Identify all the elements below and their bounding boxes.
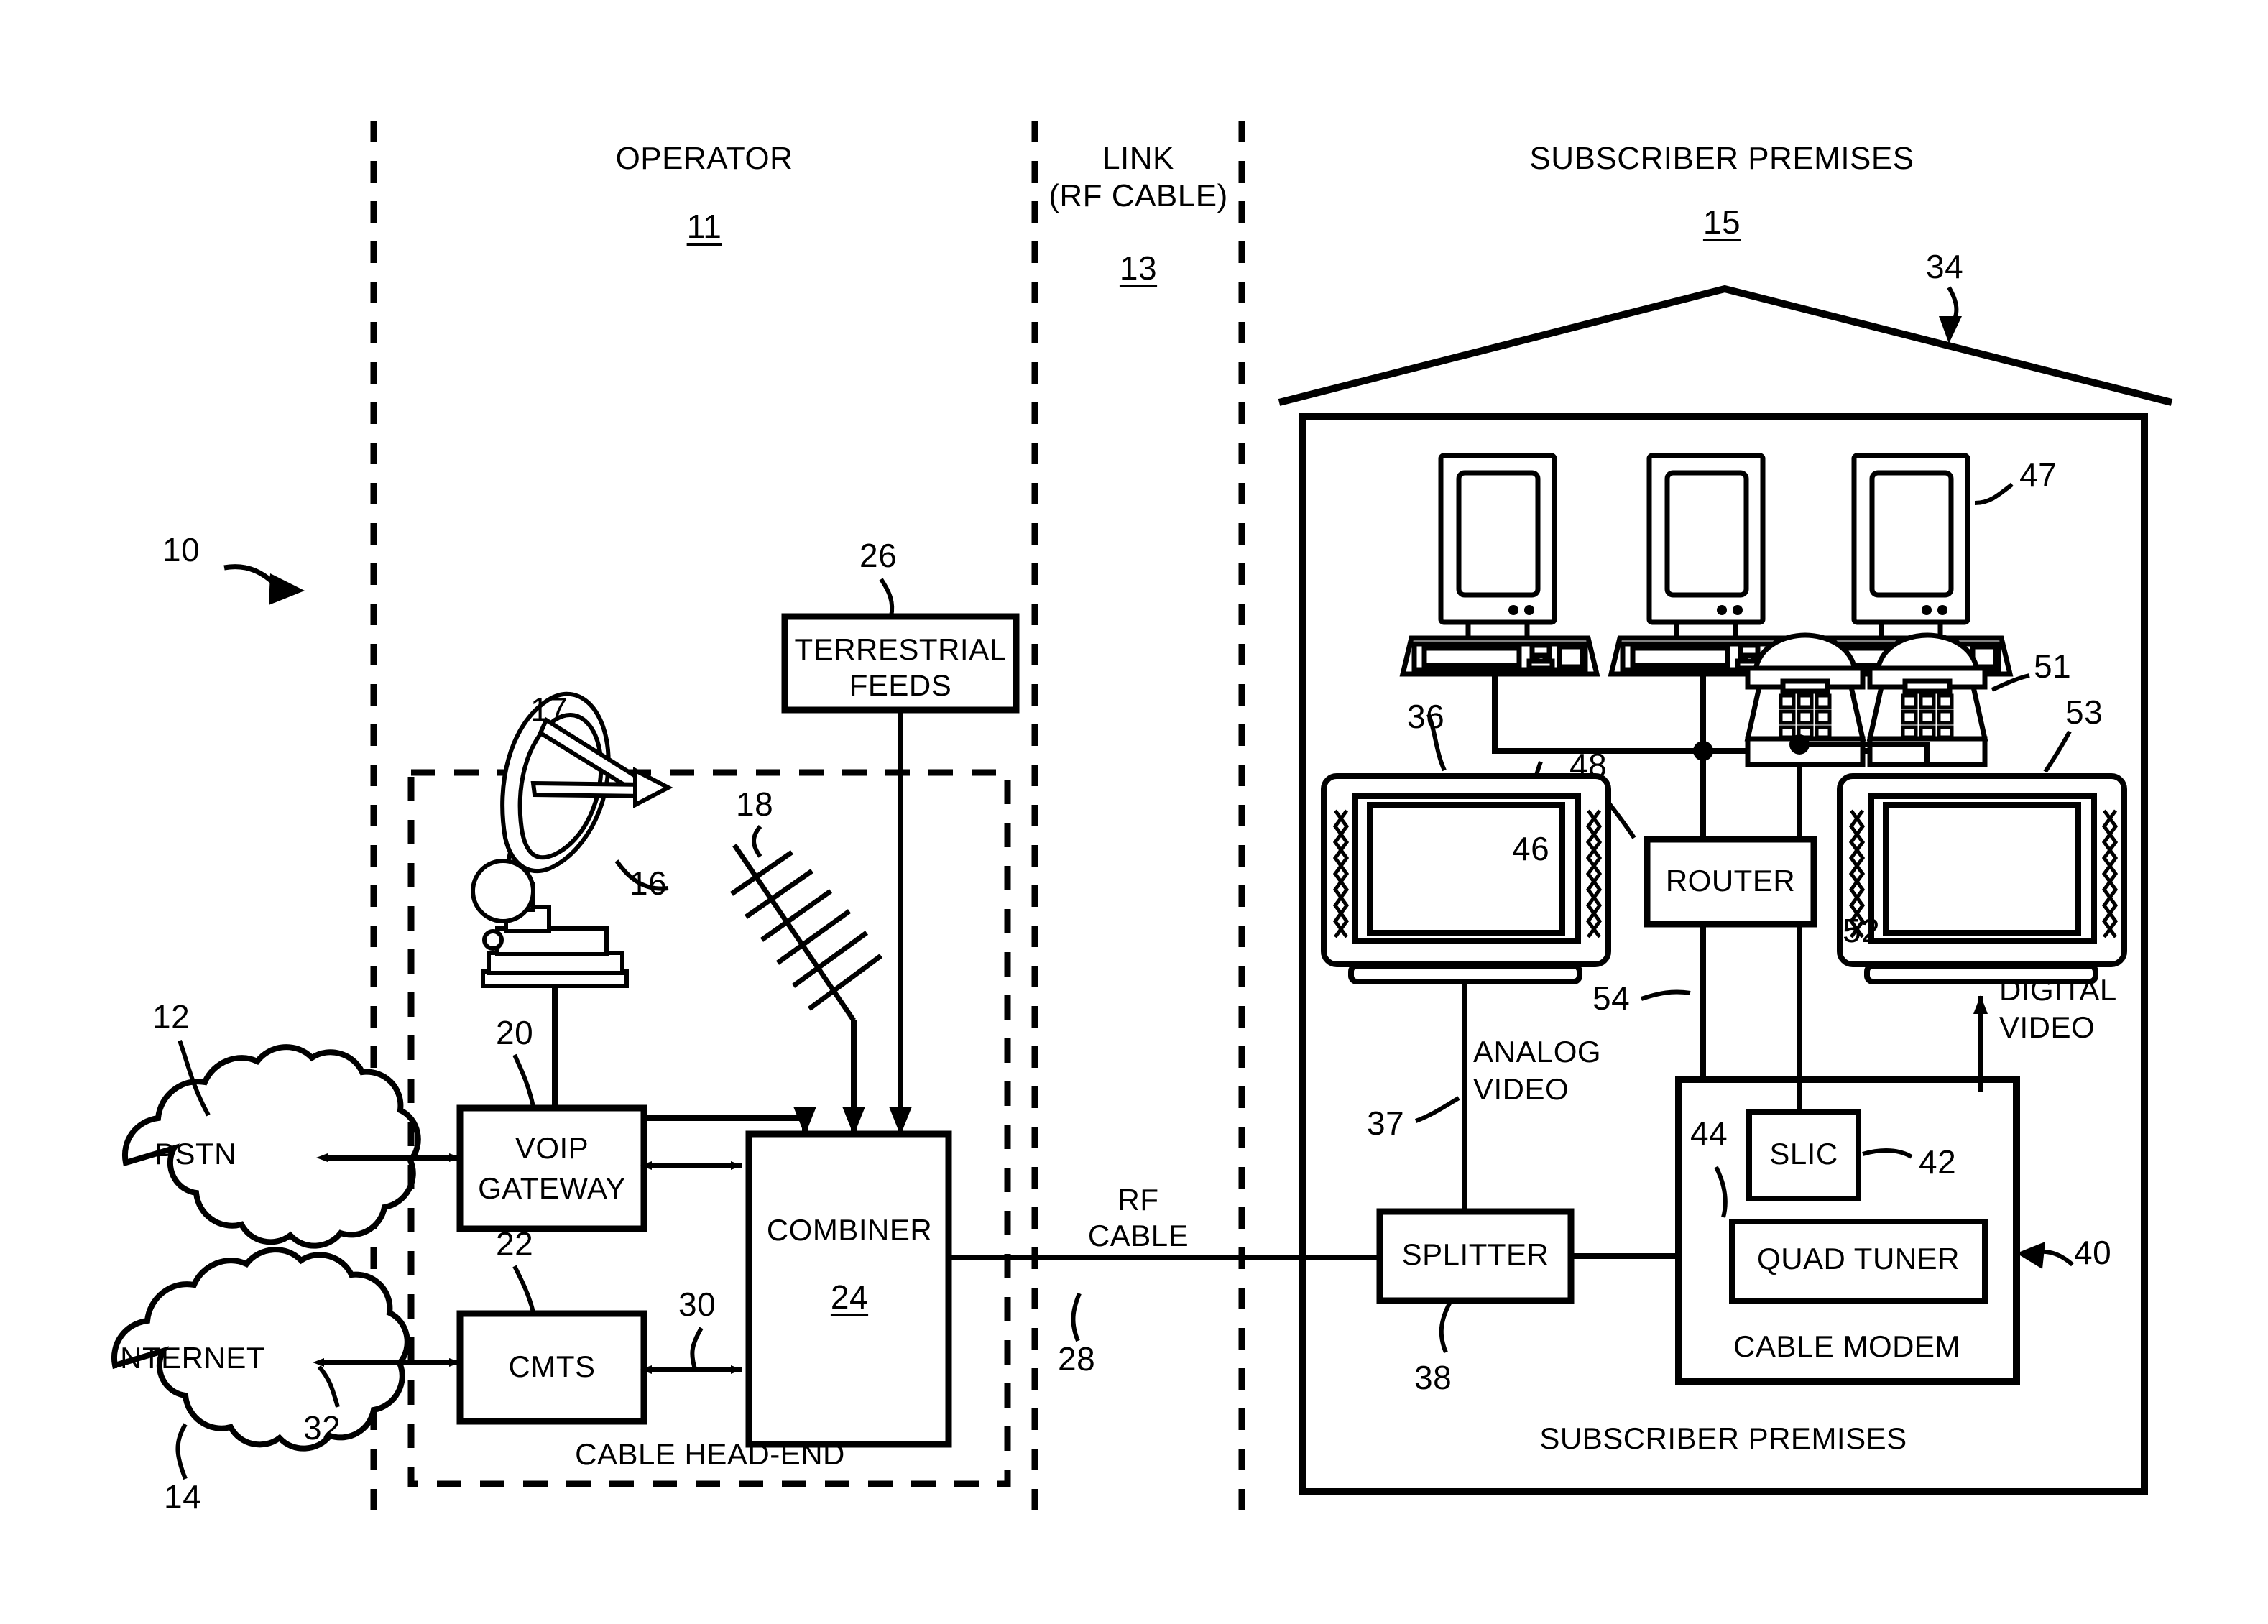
computer-bus-ref: 46 — [1512, 830, 1550, 867]
phone-junction-dot — [1789, 734, 1810, 755]
cmts-combiner-link-ref: 30 — [678, 1286, 716, 1323]
head-end-ref: 17 — [530, 691, 568, 728]
computer-icon-1 — [1399, 453, 1600, 677]
column-title-link: LINK — [1102, 141, 1174, 176]
subscriber-premises-caption: SUBSCRIBER PREMISES — [1539, 1421, 1907, 1455]
splitter-label: SPLITTER — [1401, 1237, 1549, 1271]
terrestrial-feeds-label-l2: FEEDS — [849, 668, 952, 702]
antenna-ref: 18 — [736, 785, 774, 823]
internet-label: INTERNET — [111, 1341, 265, 1375]
digital-video-label-l1: DIGITAL — [1999, 973, 2117, 1007]
leader-20 — [512, 1053, 535, 1107]
pstn-label: PSTN — [154, 1137, 237, 1171]
diagram-linework — [111, 121, 2173, 1523]
leader-40-arrowhead — [2016, 1242, 2045, 1269]
leader-10-arrowhead — [269, 573, 305, 605]
combiner-label: COMBINER — [766, 1213, 933, 1247]
slic-label: SLIC — [1769, 1137, 1838, 1171]
leader-38 — [1439, 1301, 1452, 1354]
yagi-antenna-icon — [730, 844, 883, 1022]
cmts-ref: 22 — [496, 1225, 534, 1263]
analog-video-label-l1: ANALOG — [1473, 1035, 1602, 1069]
combiner-ref: 24 — [830, 1278, 869, 1316]
voip-gateway-label-l1: VOIP — [515, 1131, 589, 1165]
phones-ref: 51 — [2034, 647, 2072, 685]
router-label: ROUTER — [1665, 864, 1796, 898]
rf-cable-ref: 28 — [1058, 1340, 1096, 1378]
pstn-ref: 12 — [152, 998, 190, 1035]
cable-modem-ref: 40 — [2074, 1234, 2112, 1271]
column-ref-operator: 11 — [686, 208, 722, 245]
phone-bus-ref: 52 — [1843, 912, 1881, 949]
column-ref-link: 13 — [1119, 249, 1158, 287]
leader-51 — [1991, 673, 2030, 692]
analog-video-label-l2: VIDEO — [1473, 1072, 1569, 1106]
bus-junction-dot — [1693, 741, 1713, 761]
cable-head-end-caption: CABLE HEAD-END — [575, 1437, 845, 1471]
internet-ref: 14 — [164, 1478, 202, 1515]
voip-gateway-box — [456, 1104, 647, 1232]
terrestrial-feeds-ref: 26 — [859, 537, 898, 574]
roof-ref: 34 — [1926, 248, 1964, 285]
leader-34-arrowhead — [1939, 316, 1962, 343]
terrestrial-feeds-label-l1: TERRESTRIAL — [794, 632, 1007, 666]
splitter-ref: 38 — [1414, 1359, 1452, 1396]
column-ref-subscriber: 15 — [1702, 203, 1741, 241]
tv-digital-ref: 53 — [2065, 693, 2103, 731]
column-title-link-sub: (RF CABLE) — [1048, 178, 1228, 213]
internet-link-ref: 32 — [303, 1409, 341, 1447]
computers-ref: 47 — [2019, 456, 2057, 494]
leader-22 — [512, 1265, 535, 1313]
analog-video-ref: 37 — [1367, 1104, 1405, 1142]
satellite-dish-icon — [471, 691, 673, 988]
leader-47 — [1974, 482, 2014, 505]
tv-analog-ref: 36 — [1407, 698, 1445, 735]
leader-14 — [175, 1423, 188, 1480]
column-title-subscriber: SUBSCRIBER PREMISES — [1529, 141, 1914, 176]
patent-figure-canvas: OPERATOR 11 LINK (RF CABLE) 13 SUBSCRIBE… — [0, 0, 2268, 1624]
leader-54 — [1641, 989, 1691, 1001]
leader-53 — [2043, 730, 2072, 773]
leader-28 — [1071, 1292, 1082, 1342]
system-ref-number: 10 — [162, 531, 200, 568]
rf-cable-label-l1: RF — [1117, 1183, 1159, 1217]
leader-30 — [690, 1327, 704, 1372]
leader-37 — [1414, 1096, 1460, 1123]
column-title-operator: OPERATOR — [615, 141, 793, 176]
tv-digital-icon — [1837, 773, 2127, 984]
satellite-dish-ref: 16 — [630, 864, 668, 902]
digital-video-label-l2: VIDEO — [1999, 1010, 2096, 1044]
voip-gateway-label-l2: GATEWAY — [478, 1171, 626, 1205]
leader-18 — [752, 825, 762, 858]
rf-cable-label-l2: CABLE — [1087, 1219, 1189, 1252]
voip-gateway-ref: 20 — [496, 1014, 534, 1051]
cmts-label: CMTS — [508, 1350, 596, 1383]
cable-modem-label: CABLE MODEM — [1733, 1329, 1960, 1363]
router-ref: 48 — [1569, 747, 1608, 784]
tv-analog-icon — [1321, 773, 1611, 984]
leader-26 — [879, 578, 895, 617]
quad-tuner-label: QUAD TUNER — [1757, 1242, 1960, 1275]
slic-ref: 42 — [1919, 1143, 1957, 1181]
quad-tuner-ref: 44 — [1690, 1115, 1728, 1152]
router-link-ref: 54 — [1592, 979, 1631, 1017]
